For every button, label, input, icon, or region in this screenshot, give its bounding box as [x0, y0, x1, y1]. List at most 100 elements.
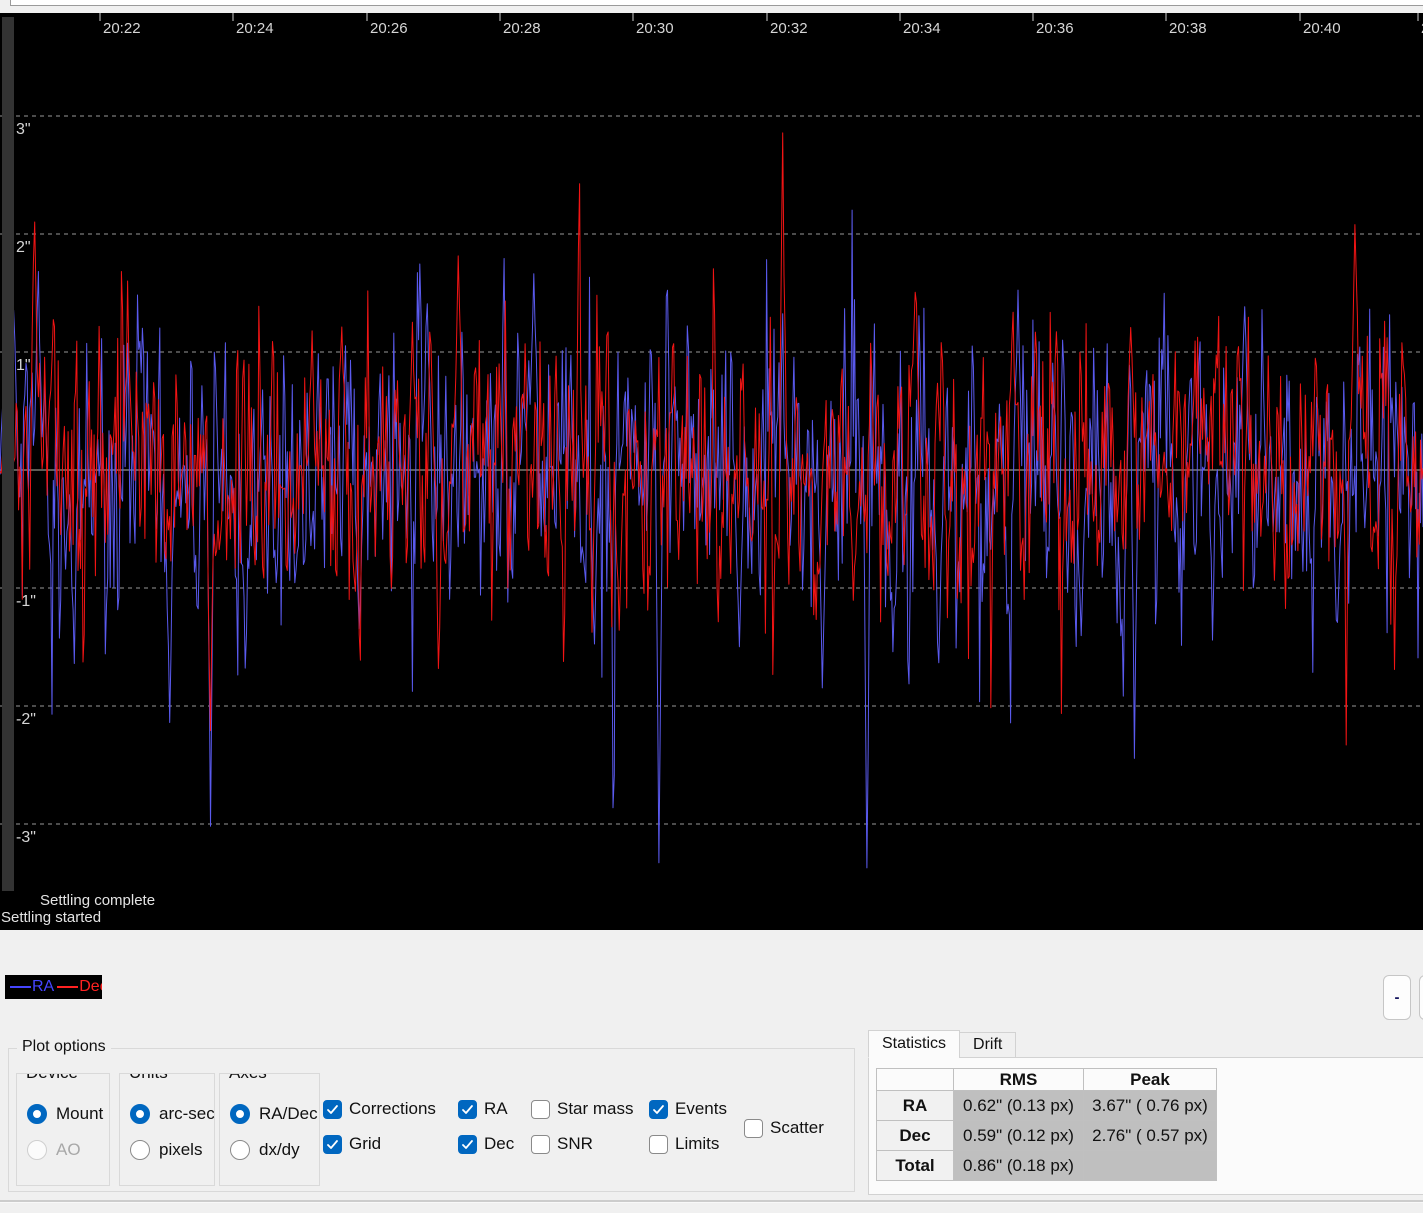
- checkbox-icon: [531, 1099, 550, 1119]
- tab-label: Statistics: [882, 1035, 947, 1052]
- total-row-label: Total: [876, 1150, 954, 1181]
- dec-row-label: Dec: [876, 1120, 954, 1151]
- limits-checkbox[interactable]: Limits: [649, 1134, 719, 1154]
- events-checkbox[interactable]: Events: [649, 1099, 727, 1119]
- x-tick-label: 20:28: [503, 20, 541, 37]
- guiding-app-window: { "toolbar": { "minus_label": "-" }, "ch…: [0, 0, 1423, 1213]
- table-row: Dec 0.59" (0.12 px) 2.76" ( 0.57 px): [876, 1120, 1217, 1151]
- grid-checkbox[interactable]: Grid: [323, 1134, 381, 1154]
- radio-label: RA/Dec: [259, 1104, 318, 1123]
- ra-rms-value: 0.62" (0.13 px): [953, 1090, 1084, 1121]
- x-tick-label: 20:30: [636, 20, 674, 37]
- checkbox-icon: [323, 1099, 342, 1119]
- device-group: Device Mount AO: [16, 1073, 110, 1186]
- axes-group: Axes RA/Dec dx/dy: [219, 1073, 320, 1186]
- legend-label-dec: Dec: [79, 978, 102, 995]
- tab-statistics[interactable]: Statistics: [868, 1030, 961, 1058]
- axes-radec-radio[interactable]: RA/Dec: [230, 1104, 318, 1124]
- star-mass-checkbox[interactable]: Star mass: [531, 1099, 634, 1119]
- x-tick-label: 20:32: [770, 20, 808, 37]
- dec-line-swatch: [57, 986, 79, 988]
- checkbox-label: Scatter: [770, 1118, 824, 1137]
- units-arcsec-radio[interactable]: arc-sec: [130, 1104, 215, 1124]
- dec-checkbox[interactable]: Dec: [458, 1134, 514, 1154]
- table-row: Total 0.86" (0.18 px): [876, 1150, 1217, 1181]
- checkbox-icon: [323, 1134, 342, 1154]
- checkbox-icon: [649, 1099, 668, 1119]
- radio-icon: [27, 1140, 47, 1160]
- settling-complete-annotation: Settling complete: [40, 892, 156, 909]
- y-tick-label: -3": [16, 829, 36, 846]
- settling-started-annotation: Settling started: [1, 909, 102, 926]
- legend-item-dec: Dec: [57, 978, 102, 996]
- dec-rms-value: 0.59" (0.12 px): [953, 1120, 1084, 1151]
- scale-minus-button[interactable]: -: [1383, 975, 1411, 1020]
- radio-label: Mount: [56, 1104, 104, 1123]
- corrections-checkbox[interactable]: Corrections: [323, 1099, 436, 1119]
- device-group-title: Device: [21, 1074, 83, 1083]
- radio-label: arc-sec: [159, 1104, 215, 1123]
- guide-graph: 20:22 20:24 20:26 20:28 20:30 20:32 20:34 20:36…: [0, 13, 1423, 930]
- plot-options-title: Plot options: [17, 1038, 111, 1056]
- checkbox-label: Dec: [484, 1134, 515, 1153]
- ra-trace: [0, 209, 1423, 869]
- graph-legend: RA Dec: [5, 975, 102, 999]
- tab-label: Drift: [973, 1036, 1003, 1053]
- guide-graph-canvas: 20:22 20:24 20:26 20:28 20:30 20:32 20:34 20:36…: [0, 13, 1423, 869]
- rms-column-header: RMS: [953, 1068, 1084, 1091]
- x-tick-label: 20:24: [236, 20, 274, 37]
- checkbox-icon: [458, 1134, 477, 1154]
- checkbox-label: Limits: [675, 1134, 720, 1153]
- axes-dxdy-radio[interactable]: dx/dy: [230, 1140, 300, 1160]
- total-peak-value: [1083, 1150, 1217, 1181]
- x-tick-label: 20:22: [103, 20, 141, 37]
- statistics-panel: RMS Peak RA 0.62" (0.13 px) 3.67" ( 0.76…: [868, 1057, 1423, 1195]
- x-tick-label: 20:26: [370, 20, 408, 37]
- checkbox-icon: [458, 1099, 477, 1119]
- ra-checkbox[interactable]: RA: [458, 1099, 508, 1119]
- checkbox-label: Star mass: [557, 1099, 634, 1118]
- scatter-checkbox[interactable]: Scatter: [744, 1118, 824, 1138]
- tab-drift[interactable]: Drift: [959, 1032, 1017, 1058]
- window-top-edge: [10, 0, 1423, 6]
- units-group: Units arc-sec pixels: [119, 1073, 215, 1186]
- checkbox-icon: [744, 1118, 763, 1138]
- checkbox-label: Corrections: [349, 1099, 436, 1118]
- splitter[interactable]: [0, 1200, 1423, 1203]
- y-tick-label: -2": [16, 711, 36, 728]
- units-pixels-radio[interactable]: pixels: [130, 1140, 202, 1160]
- radio-label: AO: [56, 1140, 81, 1159]
- device-mount-radio[interactable]: Mount: [27, 1104, 103, 1124]
- peak-column-header: Peak: [1083, 1068, 1217, 1091]
- radio-label: dx/dy: [259, 1140, 300, 1159]
- stats-tab-bar: Statistics Drift: [868, 1030, 1017, 1058]
- vertical-scrollbar[interactable]: [2, 17, 14, 891]
- table-corner-cell: [876, 1068, 954, 1091]
- checkbox-label: Events: [675, 1099, 727, 1118]
- checkbox-label: RA: [484, 1099, 508, 1118]
- x-tick-label: 20:34: [903, 20, 941, 37]
- x-tick-label: 20:38: [1169, 20, 1207, 37]
- ra-row-label: RA: [876, 1090, 954, 1121]
- radio-icon: [230, 1104, 250, 1124]
- checkbox-label: SNR: [557, 1134, 593, 1153]
- dec-peak-value: 2.76" ( 0.57 px): [1083, 1120, 1217, 1151]
- partial-button[interactable]: [1419, 975, 1423, 1020]
- snr-checkbox[interactable]: SNR: [531, 1134, 593, 1154]
- radio-icon: [27, 1104, 47, 1124]
- radio-icon: [130, 1140, 150, 1160]
- legend-item-ra: RA: [10, 978, 54, 996]
- radio-icon: [230, 1140, 250, 1160]
- checkbox-icon: [649, 1134, 668, 1154]
- y-tick-label: -1": [16, 593, 36, 610]
- y-tick-label: 2": [16, 239, 31, 256]
- y-tick-label: 1": [16, 357, 31, 374]
- units-group-title: Units: [124, 1074, 173, 1083]
- total-rms-value: 0.86" (0.18 px): [953, 1150, 1084, 1181]
- device-ao-radio: AO: [27, 1140, 81, 1160]
- radio-icon: [130, 1104, 150, 1124]
- x-tick-label: 20:40: [1303, 20, 1341, 37]
- ra-line-swatch: [10, 986, 31, 988]
- radio-label: pixels: [159, 1140, 203, 1159]
- stats-table: RMS Peak RA 0.62" (0.13 px) 3.67" ( 0.76…: [876, 1068, 1217, 1181]
